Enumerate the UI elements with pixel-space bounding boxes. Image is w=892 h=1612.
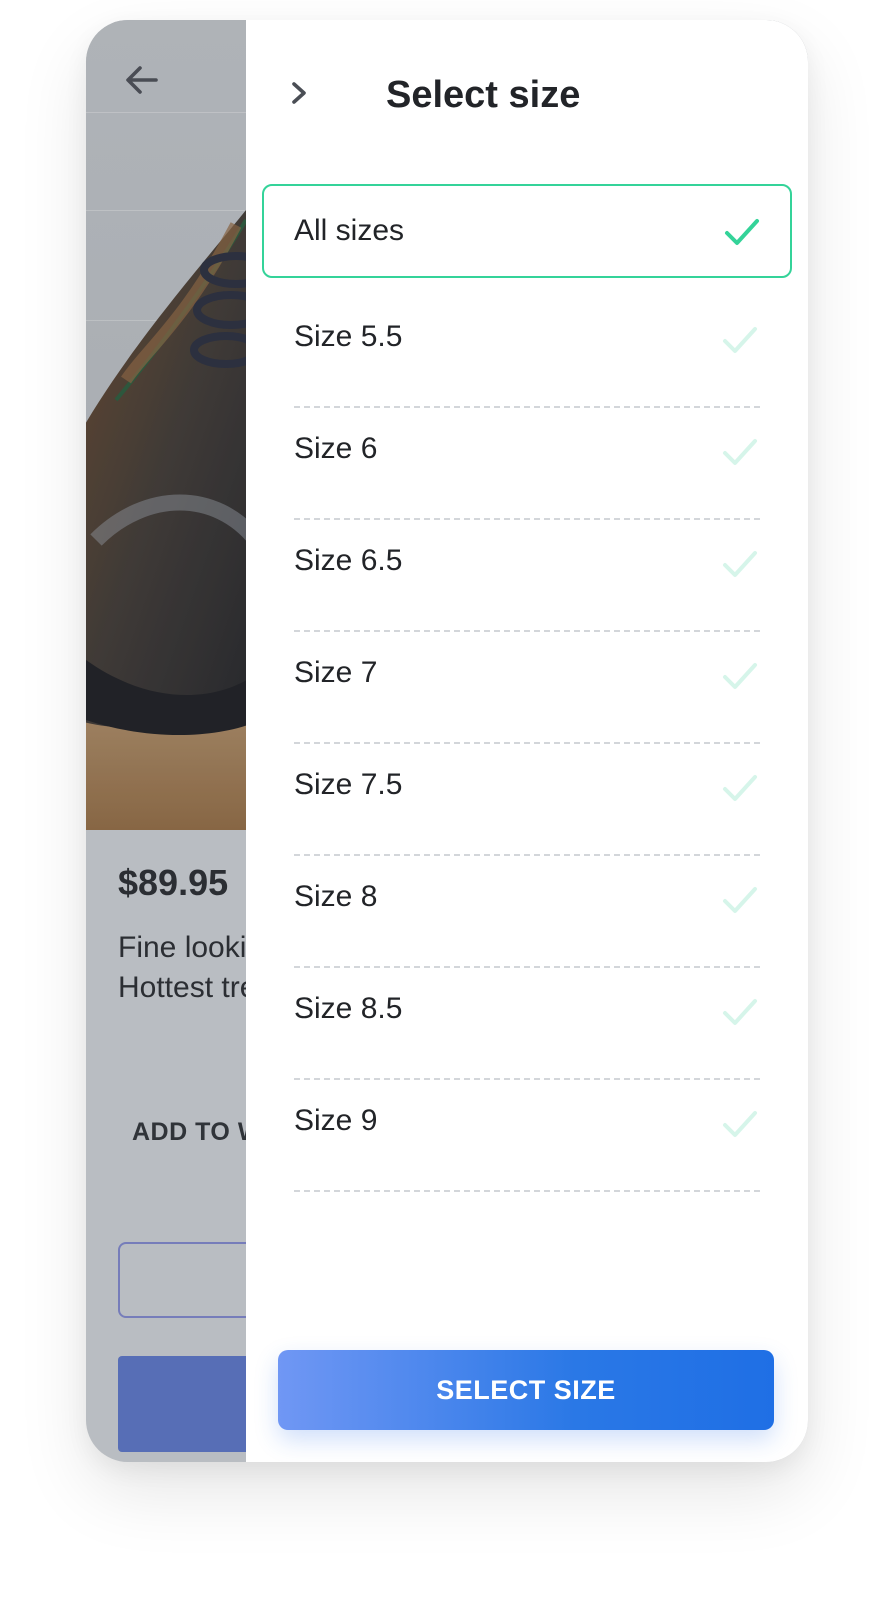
size-option-label: All sizes (294, 214, 405, 247)
size-option-9[interactable]: Size 9 (246, 1080, 808, 1192)
size-option-label: Size 5.5 (294, 320, 403, 353)
size-option-label: Size 7.5 (294, 768, 403, 801)
size-option-label: Size 7 (294, 656, 378, 689)
size-option-7[interactable]: Size 7 (246, 632, 808, 744)
check-icon (723, 999, 757, 1025)
size-option-label: Size 6 (294, 432, 378, 465)
chevron-right-icon[interactable] (278, 72, 320, 114)
check-icon (725, 219, 759, 245)
sheet-title: Select size (386, 74, 581, 116)
select-size-button[interactable]: SELECT SIZE (278, 1350, 774, 1430)
size-option-label: Size 9 (294, 1104, 378, 1137)
size-option-6[interactable]: Size 6 (246, 408, 808, 520)
size-option-7-5[interactable]: Size 7.5 (246, 744, 808, 856)
size-selection-sheet: Select size All sizes Size 5.5 Size 6 Si… (246, 20, 808, 1462)
check-icon (723, 1111, 757, 1137)
size-option-6-5[interactable]: Size 6.5 (246, 520, 808, 632)
check-icon (723, 775, 757, 801)
size-option-label: Size 8.5 (294, 992, 403, 1025)
check-icon (723, 551, 757, 577)
check-icon (723, 663, 757, 689)
phone-frame: $89.95 Fine looking leather shoes for ev… (86, 20, 808, 1462)
size-option-label: Size 6.5 (294, 544, 403, 577)
size-option-5-5[interactable]: Size 5.5 (246, 296, 808, 408)
check-icon (723, 439, 757, 465)
size-list: All sizes Size 5.5 Size 6 Size 6.5 Size … (246, 184, 808, 1192)
size-option-8[interactable]: Size 8 (246, 856, 808, 968)
size-option-all[interactable]: All sizes (246, 184, 808, 296)
check-icon (723, 327, 757, 353)
check-icon (723, 887, 757, 913)
size-option-label: Size 8 (294, 880, 378, 913)
size-option-8-5[interactable]: Size 8.5 (246, 968, 808, 1080)
